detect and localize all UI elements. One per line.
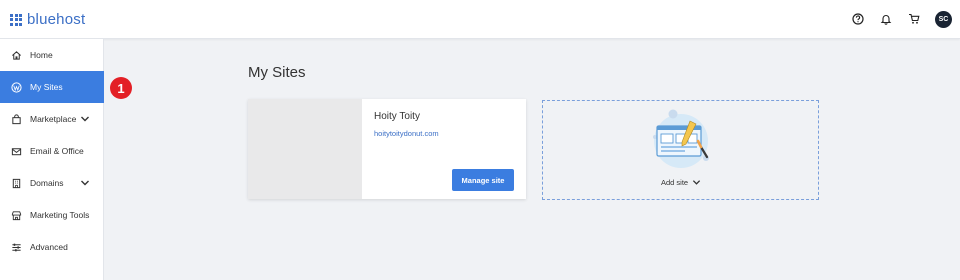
sliders-icon xyxy=(10,241,22,253)
site-url-link[interactable]: hoitytoitydonut.com xyxy=(374,129,439,138)
logo-grid-icon xyxy=(10,13,22,26)
site-name: Hoity Toity xyxy=(374,111,420,122)
sidebar-item-email-office[interactable]: Email & Office xyxy=(0,135,104,167)
sidebar-item-marketplace[interactable]: Marketplace xyxy=(0,103,104,135)
bell-icon[interactable] xyxy=(877,10,895,28)
sidebar-item-label: Home xyxy=(30,50,53,60)
wordpress-icon xyxy=(10,81,22,93)
sidebar-item-label: Domains xyxy=(30,178,64,188)
header-actions: SC xyxy=(839,10,952,28)
logo-text: bluehost xyxy=(27,11,86,28)
avatar[interactable]: SC xyxy=(935,10,952,28)
bluehost-logo[interactable]: bluehost xyxy=(10,11,85,28)
add-site-dropdown[interactable]: Add site xyxy=(661,178,701,187)
add-site-illustration xyxy=(653,109,709,168)
chevron-down-icon xyxy=(693,180,701,185)
envelope-icon xyxy=(10,145,22,157)
sidebar-item-label: Advanced xyxy=(30,242,68,252)
step-badge-1: 1 xyxy=(110,77,132,99)
site-card: Hoity Toity hoitytoitydonut.com Manage s… xyxy=(248,99,526,199)
store-icon xyxy=(10,209,22,221)
sidebar-item-label: Email & Office xyxy=(30,146,84,156)
add-site-card[interactable]: Add site xyxy=(542,100,819,200)
sidebar-item-label: Marketing Tools xyxy=(30,210,90,220)
help-icon[interactable] xyxy=(849,10,867,28)
page-title: My Sites xyxy=(248,64,306,81)
site-thumbnail[interactable] xyxy=(248,99,362,199)
sidebar-item-home[interactable]: Home xyxy=(0,39,104,71)
top-header: bluehost SC xyxy=(0,0,960,39)
sidebar-item-marketing-tools[interactable]: Marketing Tools xyxy=(0,199,104,231)
building-icon xyxy=(10,177,22,189)
chevron-down-icon[interactable] xyxy=(80,178,90,188)
sidebar: Home My Sites Marketplace Email & Office… xyxy=(0,39,104,280)
sidebar-item-label: My Sites xyxy=(30,82,63,92)
home-icon xyxy=(10,49,22,61)
manage-site-button[interactable]: Manage site xyxy=(452,169,514,191)
add-site-label: Add site xyxy=(661,178,689,187)
chevron-down-icon[interactable] xyxy=(80,114,90,124)
sidebar-item-domains[interactable]: Domains xyxy=(0,167,104,199)
sidebar-item-advanced[interactable]: Advanced xyxy=(0,231,104,263)
sidebar-item-label: Marketplace xyxy=(30,114,77,124)
cart-icon[interactable] xyxy=(905,10,923,28)
sidebar-item-my-sites[interactable]: My Sites xyxy=(0,71,104,103)
bag-icon xyxy=(10,113,22,125)
